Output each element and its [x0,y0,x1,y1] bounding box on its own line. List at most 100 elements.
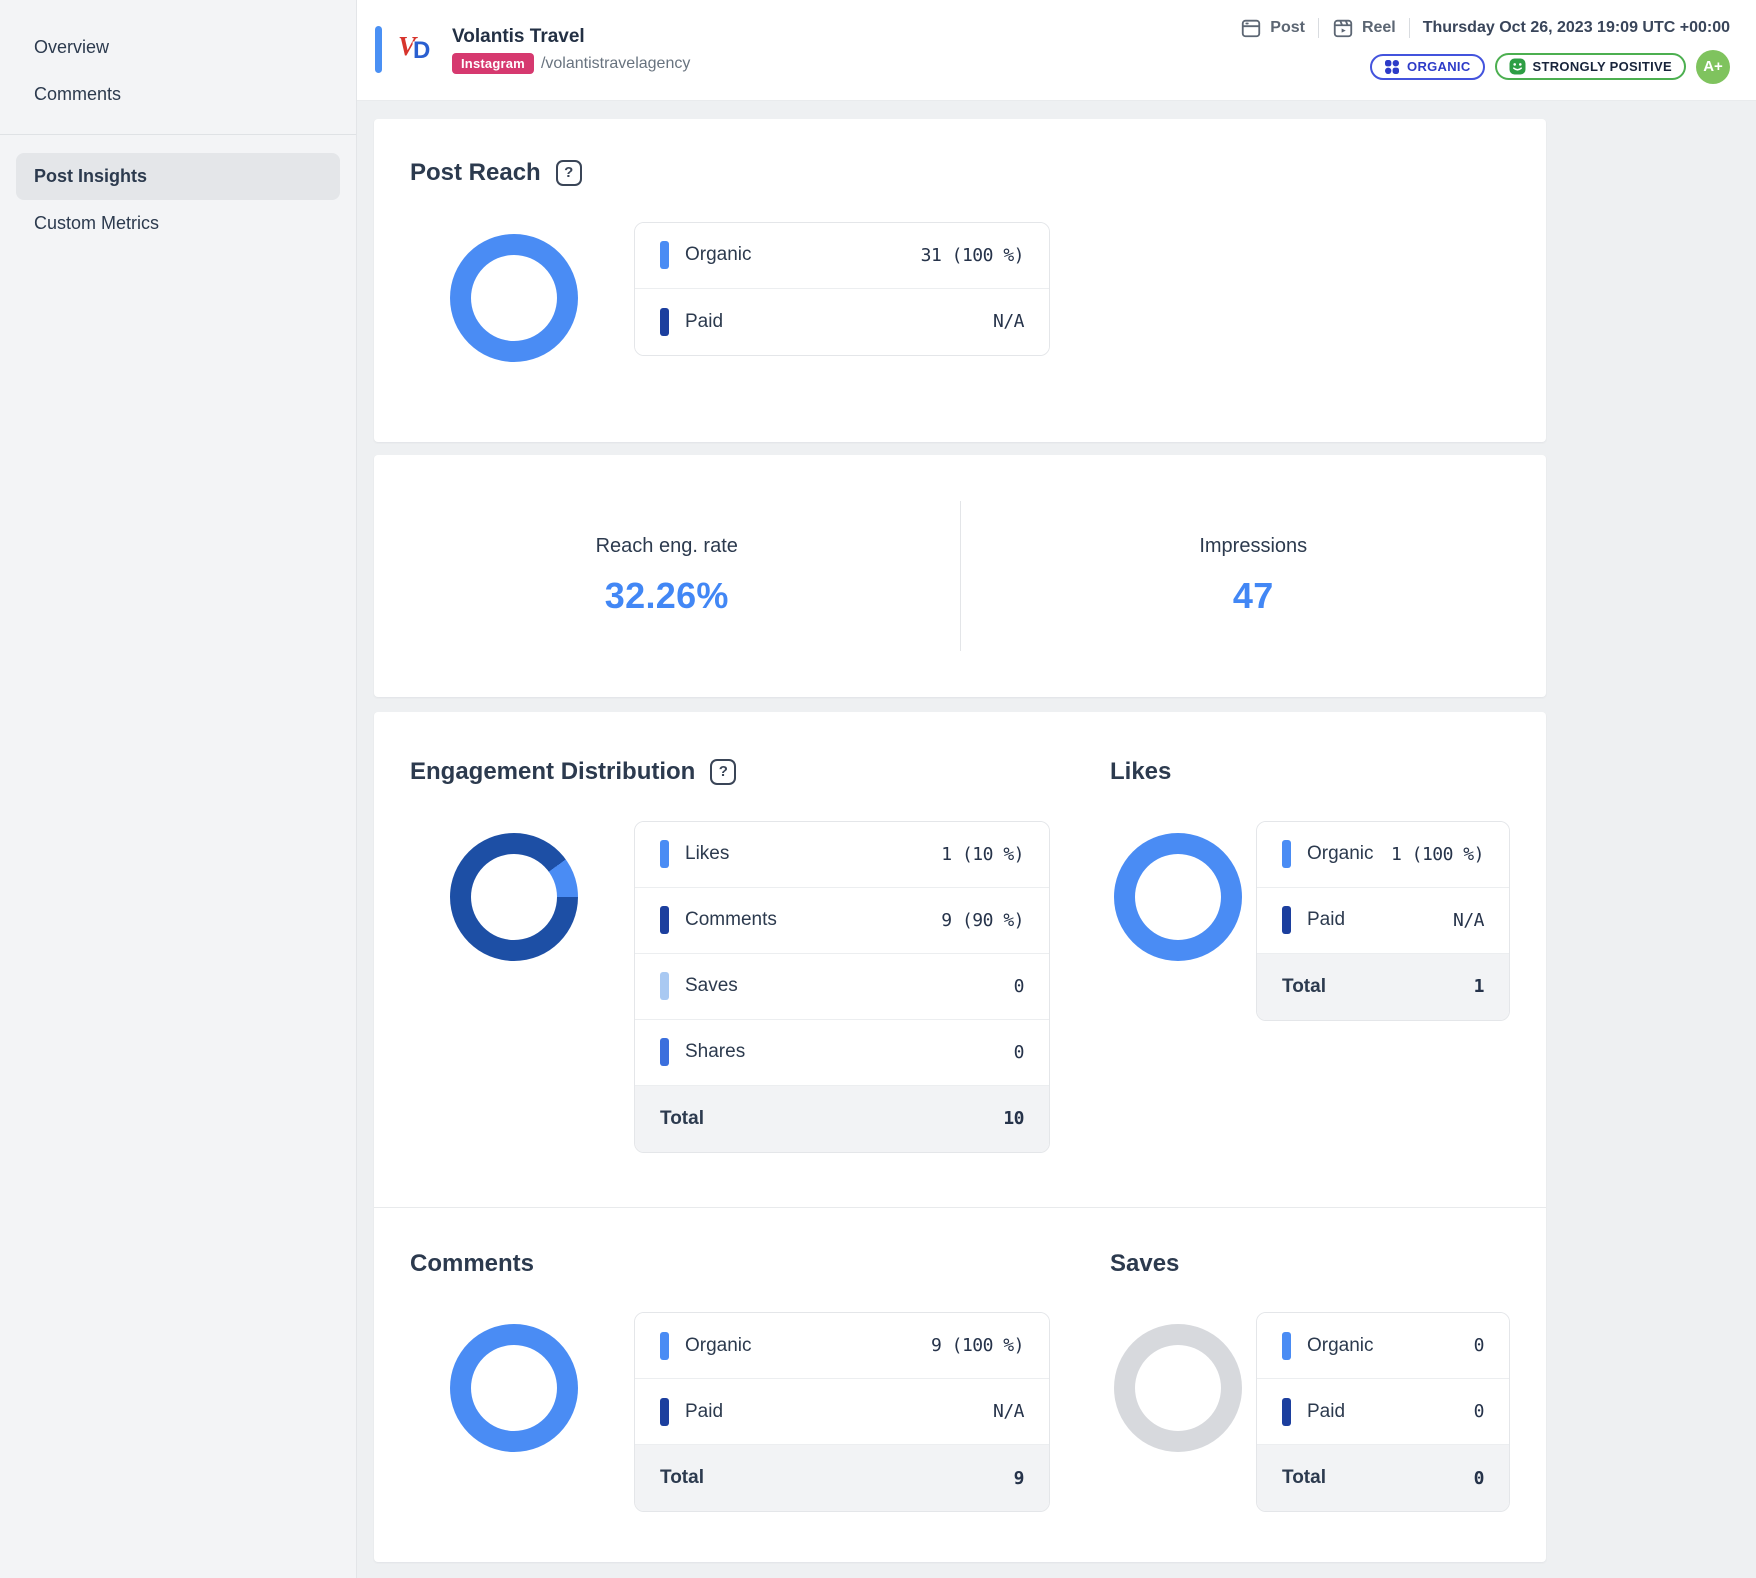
legend-label: Likes [685,843,729,865]
paid-marker-icon [1282,906,1291,934]
sentiment-badge-label: STRONGLY POSITIVE [1533,59,1672,74]
organic-icon [1384,59,1400,75]
likes-legend: Organic 1 (100 %) Paid N/A Total [1256,821,1510,1021]
legend-row-saves: Saves 0 [635,954,1049,1020]
likes-donut-chart [1114,833,1242,961]
legend-label: Organic [685,1335,752,1357]
legend-row-paid: Paid 0 [1257,1379,1509,1445]
account-name: Volantis Travel [452,26,690,49]
legend-label: Organic [1307,843,1374,865]
main-area: V D Volantis Travel Instagram /volantist… [357,0,1756,1578]
saves-legend: Organic 0 Paid 0 Total [1256,1312,1510,1512]
metric-label: Reach eng. rate [374,535,960,558]
engagement-panel-group: Engagement Distribution ? Likes 1 (10 %) [374,712,1546,1563]
likes-title: Likes [1110,758,1171,787]
sidebar-divider [0,134,356,135]
engagement-distribution-title: Engagement Distribution [410,758,695,787]
engagement-bottom-row: Comments Organic 9 (100 %) [374,1208,1546,1563]
sidebar-item-comments[interactable]: Comments [0,71,356,118]
content-area: Post Reach ? Organic 31 (100 %) Paid [357,101,1756,1578]
positive-sentiment-icon [1509,58,1526,75]
post-timestamp: Thursday Oct 26, 2023 19:09 UTC +00:00 [1423,19,1730,37]
account-avatar: V D [398,30,440,70]
legend-label: Comments [685,909,777,931]
sidebar-item-post-insights[interactable]: Post Insights [16,153,340,200]
legend-label: Total [660,1108,704,1130]
help-icon[interactable]: ? [710,759,736,785]
legend-label: Organic [1307,1335,1374,1357]
comments-donut-chart [450,1324,578,1452]
legend-row-organic: Organic 31 (100 %) [635,223,1049,289]
post-icon [1240,17,1262,39]
organic-marker-icon [660,1332,669,1360]
legend-label: Total [660,1467,704,1489]
engagement-distribution-legend: Likes 1 (10 %) Comments 9 (90 %) [634,821,1050,1153]
reel-icon [1332,17,1354,39]
reel-type-button[interactable]: Reel [1332,17,1396,39]
comments-marker-icon [660,906,669,934]
reach-eng-rate-metric: Reach eng. rate 32.26% [374,535,960,617]
separator [1409,18,1410,38]
legend-row-shares: Shares 0 [635,1020,1049,1086]
account-info: V D Volantis Travel Instagram /volantist… [375,26,690,75]
legend-row-total: Total 9 [635,1445,1049,1511]
network-badge: Instagram [452,53,534,74]
legend-value: 10 [1003,1108,1024,1129]
legend-row-paid: Paid N/A [635,1379,1049,1445]
post-type-button[interactable]: Post [1240,17,1305,39]
legend-row-likes: Likes 1 (10 %) [635,822,1049,888]
app-window: Overview Comments Post Insights Custom M… [0,0,1756,1578]
sidebar-item-overview[interactable]: Overview [0,24,356,71]
key-metrics-panel: Reach eng. rate 32.26% Impressions 47 [374,455,1546,697]
comments-legend: Organic 9 (100 %) Paid N/A Total [634,1312,1050,1512]
legend-label: Paid [685,1401,723,1423]
legend-label: Shares [685,1041,745,1063]
legend-value: 1 (100 %) [1391,844,1484,865]
comments-section: Comments Organic 9 (100 %) [374,1208,1090,1563]
post-reach-title: Post Reach [410,159,541,188]
legend-label: Saves [685,975,738,997]
legend-value: N/A [993,311,1024,332]
profile-handle[interactable]: /volantistravelagency [541,55,690,73]
legend-value: 31 (100 %) [921,245,1024,266]
help-icon[interactable]: ? [556,160,582,186]
legend-value: 9 [1014,1468,1024,1489]
organic-marker-icon [1282,1332,1291,1360]
sidebar-item-custom-metrics[interactable]: Custom Metrics [0,200,356,247]
paid-marker-icon [660,1398,669,1426]
legend-row-total: Total 0 [1257,1445,1509,1511]
engagement-distribution-donut-chart [450,833,578,961]
legend-label: Organic [685,244,752,266]
organic-badge-label: ORGANIC [1407,59,1471,74]
sidebar: Overview Comments Post Insights Custom M… [0,0,357,1578]
legend-row-paid: Paid N/A [1257,888,1509,954]
comments-title: Comments [410,1250,534,1279]
grade-badge: A+ [1696,50,1730,84]
legend-value: 0 [1014,976,1024,997]
saves-section: Saves Organic 0 [1090,1208,1546,1563]
legend-value: N/A [993,1401,1024,1422]
saves-marker-icon [660,972,669,1000]
legend-value: 0 [1474,1335,1484,1356]
sentiment-badge: STRONGLY POSITIVE [1495,53,1686,80]
post-reach-panel: Post Reach ? Organic 31 (100 %) Paid [374,119,1546,442]
legend-row-organic: Organic 1 (100 %) [1257,822,1509,888]
account-text-block: Volantis Travel Instagram /volantistrave… [452,26,690,75]
legend-label: Paid [1307,1401,1345,1423]
logo-letter-d: D [413,37,430,65]
accent-bar [375,26,382,73]
impressions-metric: Impressions 47 [961,535,1547,617]
legend-row-comments: Comments 9 (90 %) [635,888,1049,954]
organic-badge: ORGANIC [1370,54,1485,80]
paid-marker-icon [660,308,669,336]
organic-marker-icon [660,241,669,269]
likes-marker-icon [660,840,669,868]
paid-marker-icon [1282,1398,1291,1426]
legend-value: 9 (100 %) [931,1335,1024,1356]
separator [1318,18,1319,38]
reel-type-label: Reel [1362,19,1396,37]
legend-row-organic: Organic 9 (100 %) [635,1313,1049,1379]
legend-row-organic: Organic 0 [1257,1313,1509,1379]
likes-section: Likes Organic 1 (100 %) [1090,712,1546,1207]
saves-title: Saves [1110,1250,1179,1279]
